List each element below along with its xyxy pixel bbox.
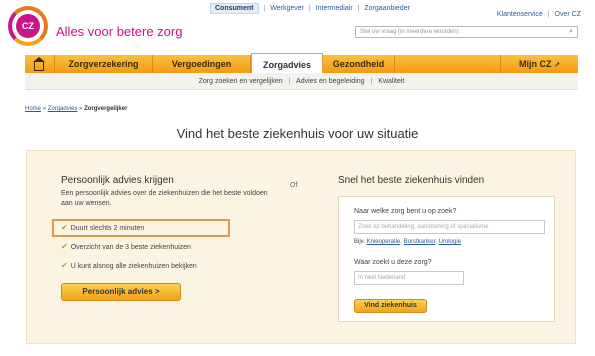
main-nav: Zorgverzekering Vergoedingen Zorgadvies … — [25, 53, 578, 74]
separator: | — [370, 78, 373, 85]
check-item: ✔ U kunt alsnog alle ziekenhuizen bekijke… — [61, 261, 197, 270]
advice-description: Een persoonlijk advies over de ziekenhui… — [61, 190, 268, 207]
separator: | — [547, 11, 550, 18]
subnav-kwaliteit[interactable]: Kwaliteit — [378, 78, 404, 85]
subnav-zorg-zoeken[interactable]: Zorg zoeken en vergelijken — [199, 78, 283, 85]
check-label: Duurt slechts 2 minuten — [70, 225, 145, 232]
separator: | — [288, 78, 291, 85]
nav-zorgadvies[interactable]: Zorgadvies — [251, 53, 323, 74]
location-question-label: Waar zoekt u deze zorg? — [354, 259, 432, 266]
checkmark-icon: ✔ — [61, 261, 68, 270]
subnav-advies[interactable]: Advies en begeleiding — [296, 78, 365, 85]
example-urologie[interactable]: Urologie — [439, 239, 461, 245]
example-borstkanker[interactable]: Borstkanker — [404, 239, 436, 245]
check-item: ✔ Overzicht van de 3 beste ziekenhuizen — [61, 242, 191, 251]
over-cz-link[interactable]: Over CZ — [555, 11, 581, 18]
breadcrumb: Home » Zorgadvies » Zorgvergelijker — [25, 106, 127, 112]
advice-heading: Persoonlijk advies krijgen — [61, 175, 174, 186]
checkmark-icon: ✔ — [61, 242, 68, 251]
example-knieoperatie[interactable]: Knieoperatie — [367, 239, 401, 245]
audience-intermediair[interactable]: Intermediair — [316, 5, 353, 12]
nav-zorgverzekering[interactable]: Zorgverzekering — [55, 55, 153, 73]
location-input[interactable]: In heel Nederland — [354, 271, 464, 285]
audience-nav: Consument | Werkgever | Intermediair | Z… — [210, 3, 410, 14]
cz-logo-text: CZ — [16, 14, 40, 38]
examples: Bijv. Knieoperatie, Borstkanker, Urologi… — [354, 239, 461, 245]
persoonlijk-advies-button[interactable]: Persoonlijk advies > — [61, 283, 181, 301]
check-label: U kunt alsnog alle ziekenhuizen bekijken — [70, 263, 197, 270]
separator: | — [263, 5, 266, 12]
klantenservice-link[interactable]: Klantenservice — [497, 11, 543, 18]
separator: | — [308, 5, 311, 12]
nav-mijn-cz[interactable]: Mijn CZ ↗ — [500, 55, 578, 73]
sub-nav: Zorg zoeken en vergelijken | Advies en b… — [25, 73, 578, 90]
utility-links: Klantenservice | Over CZ — [497, 11, 581, 18]
audience-consument[interactable]: Consument — [210, 3, 259, 14]
breadcrumb-zorgadvies[interactable]: Zorgadvies — [48, 106, 78, 112]
mijn-cz-label: Mijn CZ — [519, 59, 552, 69]
tagline: Alles voor betere zorg — [56, 24, 183, 39]
care-search-input[interactable]: Zoek op behandeling, aandoening of speci… — [354, 220, 545, 234]
breadcrumb-home[interactable]: Home — [25, 106, 41, 112]
separator: | — [357, 5, 360, 12]
examples-label: Bijv. — [354, 239, 365, 245]
search-icon[interactable]: ⌕ — [569, 28, 577, 36]
vind-ziekenhuis-button[interactable]: Vind ziekenhuis — [354, 299, 427, 313]
nav-gezondheid[interactable]: Gezondheid — [323, 55, 395, 73]
site-search-input[interactable]: Stel uw vraag (in meerdere woorden) — [355, 26, 578, 38]
page-title: Vind het beste ziekenhuis voor uw situat… — [176, 126, 419, 141]
breadcrumb-current: Zorgvergelijker — [84, 106, 128, 112]
home-icon-body — [34, 62, 44, 71]
care-question-label: Naar welke zorg bent u op zoek? — [354, 208, 457, 215]
check-item: ✔ Duurt slechts 2 minuten — [61, 223, 144, 232]
checkmark-icon: ✔ — [61, 223, 68, 232]
check-label: Overzicht van de 3 beste ziekenhuizen — [70, 244, 191, 251]
external-link-icon: ↗ — [554, 62, 560, 69]
quick-find-heading: Snel het beste ziekenhuis vinden — [338, 175, 485, 186]
or-label: Of — [290, 182, 298, 189]
audience-zorgaanbieder[interactable]: Zorgaanbieder — [364, 5, 410, 12]
audience-werkgever[interactable]: Werkgever — [270, 5, 304, 12]
nav-vergoedingen[interactable]: Vergoedingen — [153, 55, 251, 73]
nav-home[interactable] — [25, 55, 55, 73]
